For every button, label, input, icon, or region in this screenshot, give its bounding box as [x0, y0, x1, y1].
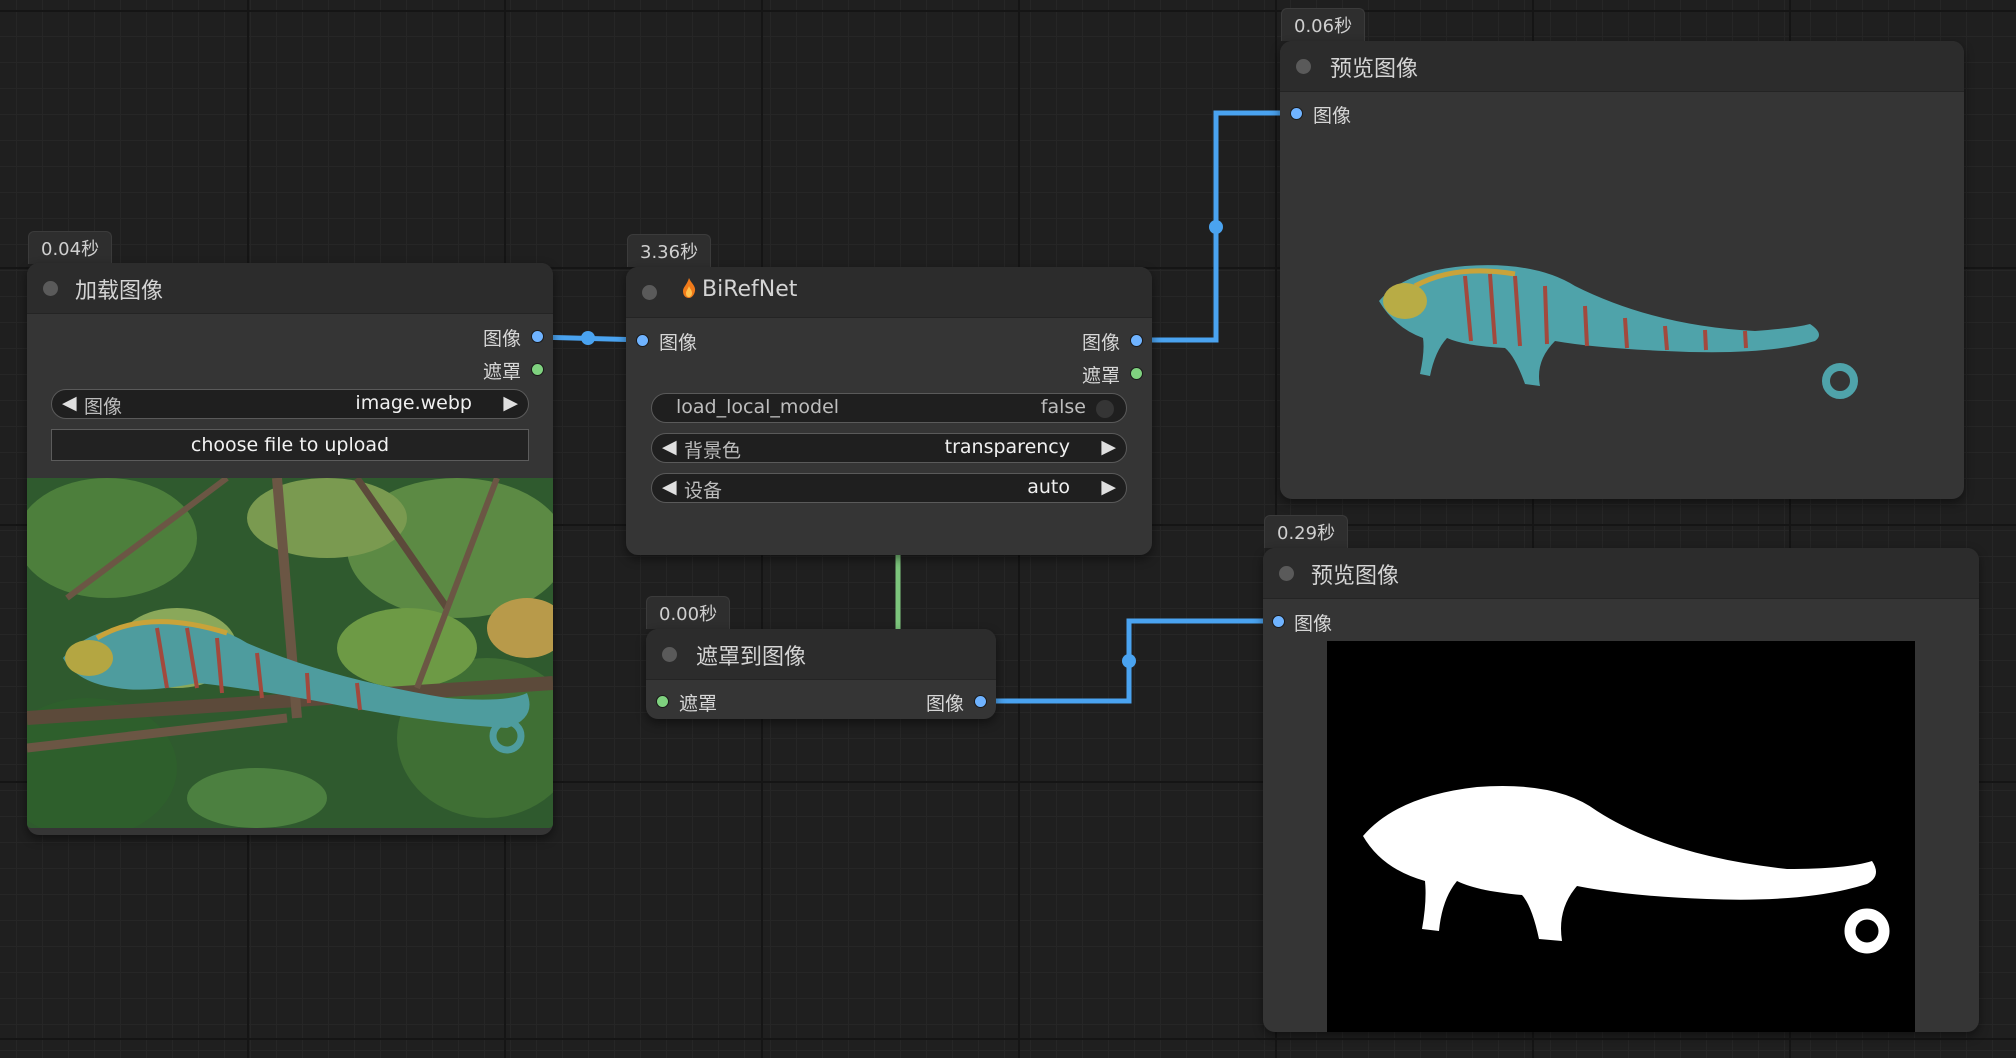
execution-time-badge: 0.06秒 [1281, 8, 1366, 41]
input-image-slot[interactable] [1290, 107, 1303, 120]
output-mask-label: 遮罩 [1081, 365, 1120, 387]
mask-silhouette-image [1363, 786, 1890, 954]
widget-value: false [1040, 396, 1086, 418]
node-title: BiRefNet [682, 277, 797, 302]
arrow-left-icon[interactable]: ◀ [62, 392, 77, 414]
load-local-model-toggle[interactable]: load_local_model false [651, 393, 1127, 423]
widget-value: image.webp [355, 392, 472, 414]
arrow-left-icon[interactable]: ◀ [662, 476, 677, 498]
node-title: 预览图像 [1311, 564, 1400, 589]
widget-label: load_local_model [676, 396, 840, 418]
arrow-right-icon[interactable]: ▶ [1101, 436, 1116, 458]
wire-midpoint-dot[interactable] [581, 331, 595, 345]
wire-midpoint-dot[interactable] [1122, 654, 1136, 668]
input-image-slot[interactable] [636, 334, 649, 347]
node-title: 遮罩到图像 [696, 645, 807, 670]
input-mask-slot[interactable] [656, 695, 669, 708]
background-color-combo[interactable]: ◀ 背景色 transparency ▶ [651, 433, 1127, 463]
collapse-toggle[interactable] [1296, 59, 1311, 74]
toggle-knob[interactable] [1096, 400, 1114, 418]
chameleon-photo-image [27, 478, 553, 828]
node-header[interactable]: 加载图像 [27, 263, 553, 314]
execution-time-badge: 3.36秒 [627, 234, 712, 267]
node-header[interactable]: 遮罩到图像 [646, 629, 996, 680]
node-title: 加载图像 [75, 279, 164, 304]
input-image-label: 图像 [1294, 613, 1333, 635]
arrow-right-icon[interactable]: ▶ [503, 392, 518, 414]
input-mask-label: 遮罩 [679, 693, 718, 715]
birefnet-node[interactable]: BiRefNet 图像 图像 遮罩 load_local_model false… [626, 267, 1152, 555]
wire-midpoint-dot[interactable] [1209, 220, 1223, 234]
execution-time-badge: 0.00秒 [646, 596, 731, 629]
input-image-slot[interactable] [1272, 615, 1285, 628]
node-header[interactable]: 预览图像 [1280, 41, 1964, 92]
node-header[interactable]: 预览图像 [1263, 548, 1979, 599]
chameleon-cutout-image [1379, 265, 1858, 399]
output-image-label: 图像 [925, 693, 964, 715]
input-image-label: 图像 [659, 332, 698, 354]
preview-image-node-2[interactable]: 预览图像 图像 [1263, 548, 1979, 1032]
collapse-toggle[interactable] [43, 281, 58, 296]
output-image-label: 图像 [482, 328, 521, 350]
input-image-label: 图像 [1313, 105, 1352, 127]
widget-value: transparency [944, 436, 1070, 458]
widget-label: 背景色 [684, 440, 742, 462]
widget-label: 设备 [684, 480, 723, 502]
execution-time-badge: 0.04秒 [28, 231, 113, 264]
collapse-toggle[interactable] [642, 285, 657, 300]
output-image-label: 图像 [1081, 332, 1120, 354]
arrow-left-icon[interactable]: ◀ [662, 436, 677, 458]
collapse-toggle[interactable] [1279, 566, 1294, 581]
output-image-slot[interactable] [1130, 334, 1143, 347]
fire-icon [683, 278, 696, 298]
device-combo[interactable]: ◀ 设备 auto ▶ [651, 473, 1127, 503]
output-mask-label: 遮罩 [482, 361, 521, 383]
loaded-image-preview [27, 478, 553, 828]
mask-to-image-node[interactable]: 遮罩到图像 遮罩 图像 [646, 629, 996, 719]
output-mask-slot[interactable] [531, 363, 544, 376]
preview-output-image[interactable] [1327, 641, 1915, 1032]
execution-time-badge: 0.29秒 [1264, 515, 1349, 548]
widget-value: auto [1027, 476, 1070, 498]
node-title: 预览图像 [1330, 57, 1419, 82]
preview-image-node-1[interactable]: 预览图像 图像 [1280, 41, 1964, 499]
output-image-slot[interactable] [531, 330, 544, 343]
upload-button[interactable]: choose file to upload [51, 429, 529, 461]
load-image-node[interactable]: 加载图像 图像 遮罩 ◀ 图像 image.webp ▶ choose file… [27, 263, 553, 835]
output-image-slot[interactable] [974, 695, 987, 708]
preview-output-image[interactable] [1375, 256, 1895, 436]
arrow-right-icon[interactable]: ▶ [1101, 476, 1116, 498]
image-combo-widget[interactable]: ◀ 图像 image.webp ▶ [51, 389, 529, 419]
widget-label: 图像 [84, 396, 123, 418]
collapse-toggle[interactable] [662, 647, 677, 662]
node-header[interactable]: BiRefNet [626, 267, 1152, 318]
node-title-text: BiRefNet [702, 277, 798, 302]
output-mask-slot[interactable] [1130, 367, 1143, 380]
